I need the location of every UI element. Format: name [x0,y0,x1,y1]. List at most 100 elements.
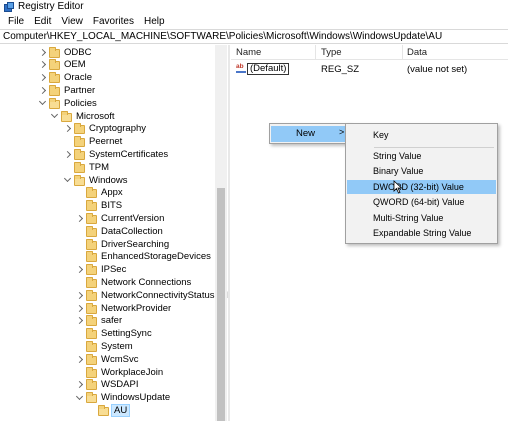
submenu-item-label: DWORD (32-bit) Value [373,182,464,192]
folder-icon [74,148,85,160]
tree-item-label: Partner [64,84,96,96]
tree-item[interactable]: WSDAPI [0,378,215,391]
tree-item[interactable]: EnhancedStorageDevices [0,250,215,263]
submenu-item-label: QWORD (64-bit) Value [373,197,465,207]
submenu-item-label: Binary Value [373,166,424,176]
folder-icon [86,302,97,314]
tree-item[interactable]: Cryptography [0,122,215,135]
tree-item[interactable]: Oracle [0,71,215,84]
chevron-down-icon[interactable] [63,174,71,187]
tree-item[interactable]: SystemCertificates [0,148,215,161]
address-bar[interactable]: Computer\HKEY_LOCAL_MACHINE\SOFTWARE\Pol… [0,29,508,44]
submenu-item-dword-value[interactable]: DWORD (32-bit) Value [347,180,496,194]
tree-item[interactable]: DataCollection [0,225,215,238]
menu-file[interactable]: File [3,16,29,27]
tree-item[interactable]: BITS [0,199,215,212]
tree-scrollbar-thumb[interactable] [217,188,225,421]
chevron-right-icon[interactable] [75,378,83,391]
column-divider[interactable] [402,45,403,60]
chevron-right-icon[interactable] [38,58,46,71]
column-divider[interactable] [315,45,316,60]
folder-icon [86,315,97,327]
submenu-item-binary-value[interactable]: Binary Value [347,164,496,178]
submenu-item-label: Key [373,130,389,140]
tree-item-label: Cryptography [89,123,147,135]
tree-item[interactable]: Microsoft [0,110,215,123]
menu-favorites[interactable]: Favorites [88,16,139,27]
tree-item[interactable]: SettingSync [0,327,215,340]
tree-item-label: AU [111,403,131,417]
chevron-right-icon[interactable] [38,46,46,59]
tree-item[interactable]: IPSec [0,263,215,276]
folder-open-icon [49,97,60,109]
submenu-item-qword-value[interactable]: QWORD (64-bit) Value [347,195,496,209]
tree-item-label: ODBC [64,46,92,58]
chevron-down-icon[interactable] [50,110,58,123]
pane-splitter[interactable] [228,45,230,421]
tree-item[interactable]: CurrentVersion [0,212,215,225]
tree-item-label: SettingSync [101,328,152,340]
menu-separator [374,147,494,148]
submenu-item-key[interactable]: Key [347,128,496,142]
tree-item-label: DriverSearching [101,238,170,250]
menu-bar: File Edit View Favorites Help [0,13,508,29]
chevron-right-icon[interactable] [75,302,83,315]
menu-item-new-label: New [296,128,316,139]
tree-item[interactable]: WcmSvc [0,353,215,366]
column-name-header[interactable]: Name [236,47,261,58]
chevron-right-icon[interactable] [38,71,46,84]
column-data-header[interactable]: Data [407,47,427,58]
tree-item-label: BITS [101,200,123,212]
chevron-down-icon[interactable] [75,391,83,404]
submenu-item-label: String Value [373,151,422,161]
tree-item[interactable]: Partner [0,84,215,97]
key-tree: ODBC OEM Oracle Partner Policies Microsoft Cry… [0,45,229,421]
column-type-header[interactable]: Type [321,47,342,58]
menu-view[interactable]: View [56,16,88,27]
tree-item[interactable]: Appx [0,186,215,199]
tree-item[interactable]: AU [0,403,215,417]
tree-item[interactable]: WorkplaceJoin [0,366,215,379]
folder-open-icon [61,110,72,122]
folder-icon [86,353,97,365]
tree-item[interactable]: Windows [0,174,215,187]
tree-item[interactable]: NetworkConnectivityStatusIndi [0,289,229,302]
submenu-item-multi-string-value[interactable]: Multi-String Value [347,211,496,225]
tree-item[interactable]: NetworkProvider [0,302,215,315]
tree-item-label: safer [101,315,123,327]
list-item[interactable]: ab (Default) REG_SZ (value not set) [231,62,508,76]
chevron-right-icon[interactable] [75,353,83,366]
string-value-icon: ab [236,63,246,73]
tree-item[interactable]: Network Connections [0,276,215,289]
folder-icon [86,379,97,391]
chevron-right-icon[interactable] [63,122,71,135]
chevron-right-icon[interactable] [75,289,83,302]
tree-item[interactable]: TPM [0,161,215,174]
menu-help[interactable]: Help [139,16,170,27]
tree-item[interactable]: safer [0,314,215,327]
menu-edit[interactable]: Edit [29,16,56,27]
chevron-right-icon[interactable] [63,148,71,161]
chevron-right-icon[interactable] [38,84,46,97]
tree-item-label: CurrentVersion [101,212,165,224]
tree-item[interactable]: OEM [0,58,215,71]
folder-icon [86,264,97,276]
tree-item-label: Peernet [89,136,123,148]
menu-item-new[interactable]: New > [271,126,349,142]
submenu-item-string-value[interactable]: String Value [347,149,496,163]
tree-item[interactable]: Peernet [0,135,215,148]
folder-icon [86,225,97,237]
folder-icon [74,123,85,135]
chevron-right-icon[interactable] [75,212,83,225]
chevron-right-icon[interactable] [75,314,83,327]
tree-item[interactable]: DriverSearching [0,238,215,251]
submenu-item-expandable-string-value[interactable]: Expandable String Value [347,226,496,240]
tree-item[interactable]: System [0,340,215,353]
chevron-right-icon[interactable] [75,263,83,276]
list-header: Name Type Data [231,45,508,60]
tree-item[interactable]: WindowsUpdate [0,391,215,404]
chevron-down-icon[interactable] [38,97,46,110]
folder-icon [49,46,60,58]
tree-item[interactable]: ODBC [0,46,215,59]
tree-item[interactable]: Policies [0,97,215,110]
